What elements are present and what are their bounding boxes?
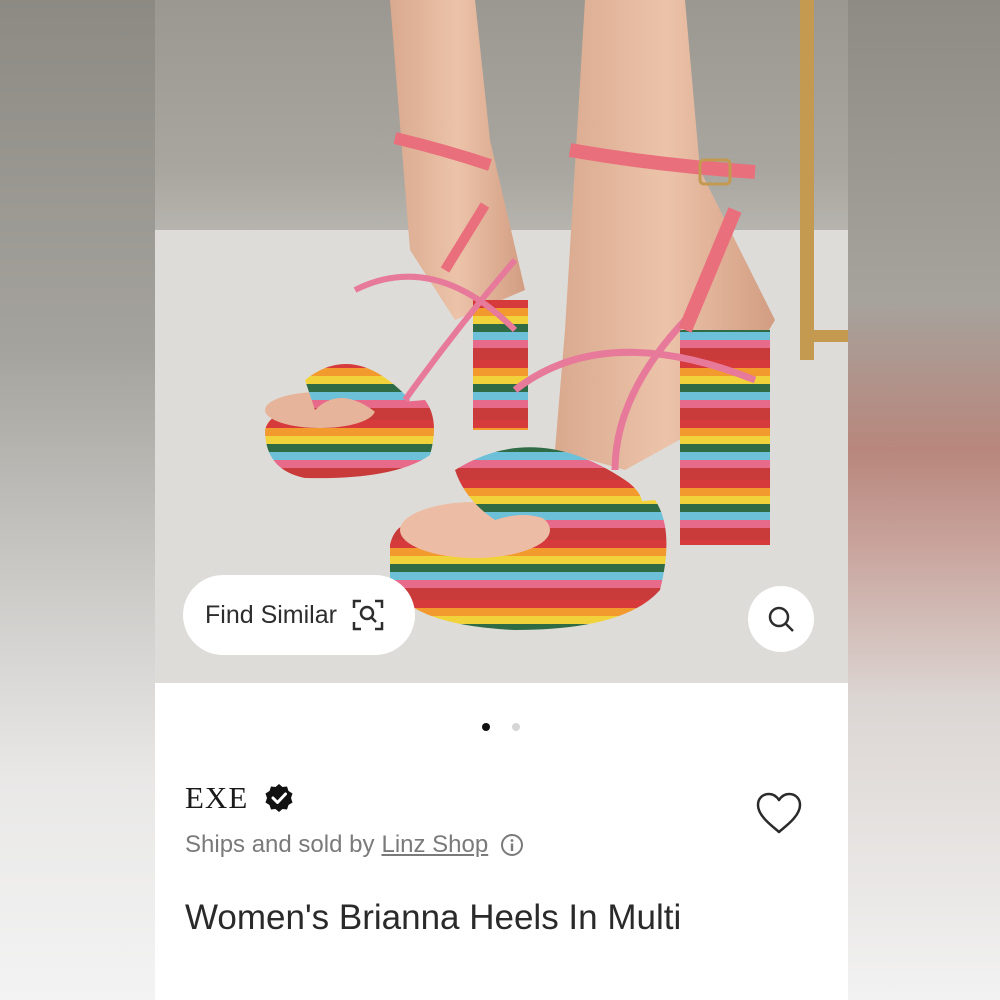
blurred-background-right [848, 0, 1000, 1000]
brand-row: EXE [185, 780, 294, 816]
heart-icon[interactable] [755, 791, 803, 835]
image-search-button[interactable] [748, 586, 814, 652]
info-icon[interactable] [500, 833, 524, 857]
find-similar-label: Find Similar [205, 600, 337, 629]
carousel-dot-1[interactable] [482, 723, 490, 731]
scan-search-icon [352, 599, 384, 631]
seller-info: Ships and sold by Linz Shop [185, 831, 524, 859]
carousel-indicator[interactable] [482, 723, 520, 731]
search-icon [768, 606, 794, 632]
seller-prefix: Ships and sold by [185, 831, 375, 858]
product-title: Women's Brianna Heels In Multi [185, 898, 682, 937]
carousel-dot-2[interactable] [512, 723, 520, 731]
product-info-panel: EXE Ships and sold by Linz Shop Women's … [155, 683, 848, 1000]
find-similar-button[interactable]: Find Similar [183, 575, 415, 655]
blurred-background-left [0, 0, 155, 1000]
brand-name[interactable]: EXE [185, 780, 248, 816]
verified-badge-icon [265, 784, 293, 812]
shop-link[interactable]: Linz Shop [381, 831, 488, 859]
